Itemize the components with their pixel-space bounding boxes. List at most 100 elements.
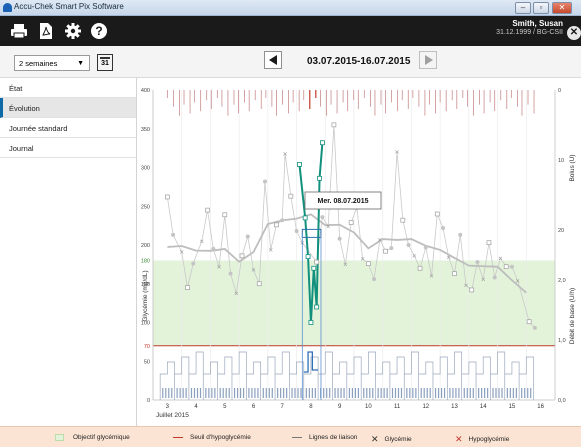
basal-bar — [509, 388, 511, 398]
bolus-tick-label: 10 — [558, 158, 564, 164]
sidebar-item-journal[interactable]: Journal — [0, 138, 136, 158]
maximize-button[interactable]: ▫ — [533, 2, 549, 14]
sidebar-item-evolution[interactable]: Évolution — [0, 98, 136, 118]
glucose-marker: ✕ — [199, 239, 204, 245]
next-period-button[interactable] — [419, 51, 437, 69]
patient-details: 31.12.1999 / BG-CSII — [496, 29, 563, 36]
basal-bar — [463, 388, 465, 398]
legend-item-hypo-threshold: Seuil d'hypoglycémie — [173, 434, 251, 441]
y-tick-label: 70 — [144, 344, 150, 350]
previous-period-button[interactable] — [264, 51, 282, 69]
basal-bar — [199, 388, 202, 398]
toolbar: ? Smith, Susan 31.12.1999 / BG-CSII ✕ — [0, 16, 581, 46]
glucose-marker — [532, 325, 537, 330]
glucose-marker: ✕ — [463, 284, 468, 290]
x-tick-label: 15 — [509, 404, 516, 410]
glucose-marker: ✕ — [268, 248, 273, 254]
basal-bar — [506, 388, 508, 398]
x-tick-label: 11 — [394, 404, 401, 410]
basal-bar — [254, 388, 256, 398]
basal-bar — [305, 388, 307, 398]
bolus-tick-label: 20 — [558, 228, 564, 234]
basal-bar — [265, 388, 267, 398]
y-tick-label: 0 — [147, 398, 150, 404]
bolus-tick-label: 0 — [558, 88, 561, 94]
minimize-button[interactable]: – — [515, 2, 531, 14]
x-axis-month-label: Juillet 2015 — [156, 412, 189, 419]
basal-bar — [383, 388, 385, 398]
glucose-marker — [294, 229, 299, 234]
patient-info: Smith, Susan 31.12.1999 / BG-CSII — [496, 19, 563, 36]
sidebar-item-journee-standard[interactable]: Journée standard — [0, 118, 136, 138]
glucose-marker: ✕ — [343, 263, 348, 269]
x-tick-label: 9 — [338, 404, 342, 410]
basal-bar — [366, 388, 368, 398]
basal-bar — [423, 388, 425, 398]
x-tick-label: 12 — [422, 404, 429, 410]
x-tick-label: 14 — [480, 404, 487, 410]
basal-bar — [495, 388, 497, 398]
arrow-right-icon — [425, 55, 433, 65]
basal-bar — [377, 388, 379, 398]
help-icon[interactable]: ? — [90, 22, 108, 40]
glucose-marker — [526, 319, 532, 325]
sidebar-item-etat[interactable]: État — [0, 78, 136, 98]
glucose-marker: ✕ — [377, 238, 382, 244]
glucose-marker — [406, 243, 411, 247]
glucose-marker — [211, 246, 216, 251]
glucose-marker: ✕ — [395, 150, 400, 156]
glucose-marker: ✕ — [217, 265, 222, 271]
chart-canvas: ✕✕✕✕✕✕✕✕✕✕✕✕✕✕✕✕✕✕✕✕ 0507010015018020025… — [141, 88, 576, 419]
basal-bar — [337, 388, 339, 398]
hypoglycemia-cross-icon: ✕ — [455, 434, 463, 444]
basal-bar — [434, 388, 437, 398]
basal-bar — [437, 388, 440, 398]
basal-bar — [340, 388, 342, 398]
selected-day-marker — [317, 175, 322, 181]
glucose-marker — [503, 264, 509, 270]
period-select-value: 2 semaines — [19, 59, 58, 68]
basal-bar — [291, 388, 293, 398]
y-axis-label-basal: Débit de base (U/h) — [569, 288, 576, 344]
glucose-marker: ✕ — [326, 225, 331, 231]
chevron-down-icon: ▼ — [77, 60, 84, 67]
basal-bar — [251, 388, 253, 398]
selected-day-marker — [308, 320, 314, 325]
basal-bar — [521, 388, 523, 398]
glucose-marker — [256, 281, 262, 287]
basal-tick-label: 0,0 — [558, 398, 566, 404]
glucose-marker: ✕ — [446, 256, 451, 262]
basal-bar — [294, 388, 296, 398]
glucose-marker — [320, 215, 325, 220]
basal-bar — [400, 388, 403, 398]
period-select[interactable]: 2 semaines ▼ — [14, 55, 90, 71]
glucose-marker — [171, 232, 176, 237]
glucose-marker — [389, 246, 394, 251]
y-tick-label: 50 — [144, 359, 150, 365]
glucose-marker — [452, 271, 457, 277]
selected-day-marker — [314, 304, 320, 310]
basal-bar — [386, 388, 388, 398]
close-patient-button[interactable]: ✕ — [567, 26, 581, 40]
gear-icon[interactable] — [64, 22, 82, 40]
glucose-marker — [314, 259, 320, 265]
printer-icon[interactable] — [10, 22, 28, 40]
basal-bar — [469, 388, 471, 398]
basal-bar — [409, 388, 411, 398]
glucose-marker: ✕ — [251, 268, 256, 274]
glucose-marker — [509, 264, 514, 269]
app-logo-icon — [3, 3, 12, 12]
close-window-button[interactable]: ✕ — [552, 2, 572, 14]
basal-bar — [426, 388, 428, 398]
glucose-marker — [262, 179, 267, 184]
basal-bar — [455, 388, 457, 398]
selected-day-marker — [305, 254, 311, 260]
calendar-icon[interactable]: 31 — [97, 54, 113, 71]
pdf-icon[interactable] — [37, 22, 55, 40]
selected-day-marker — [320, 140, 325, 146]
basal-bar — [492, 388, 494, 398]
glucose-marker — [331, 122, 337, 128]
glucose-marker — [423, 245, 428, 250]
glucose-marker — [383, 248, 388, 254]
basal-bar — [357, 388, 360, 398]
